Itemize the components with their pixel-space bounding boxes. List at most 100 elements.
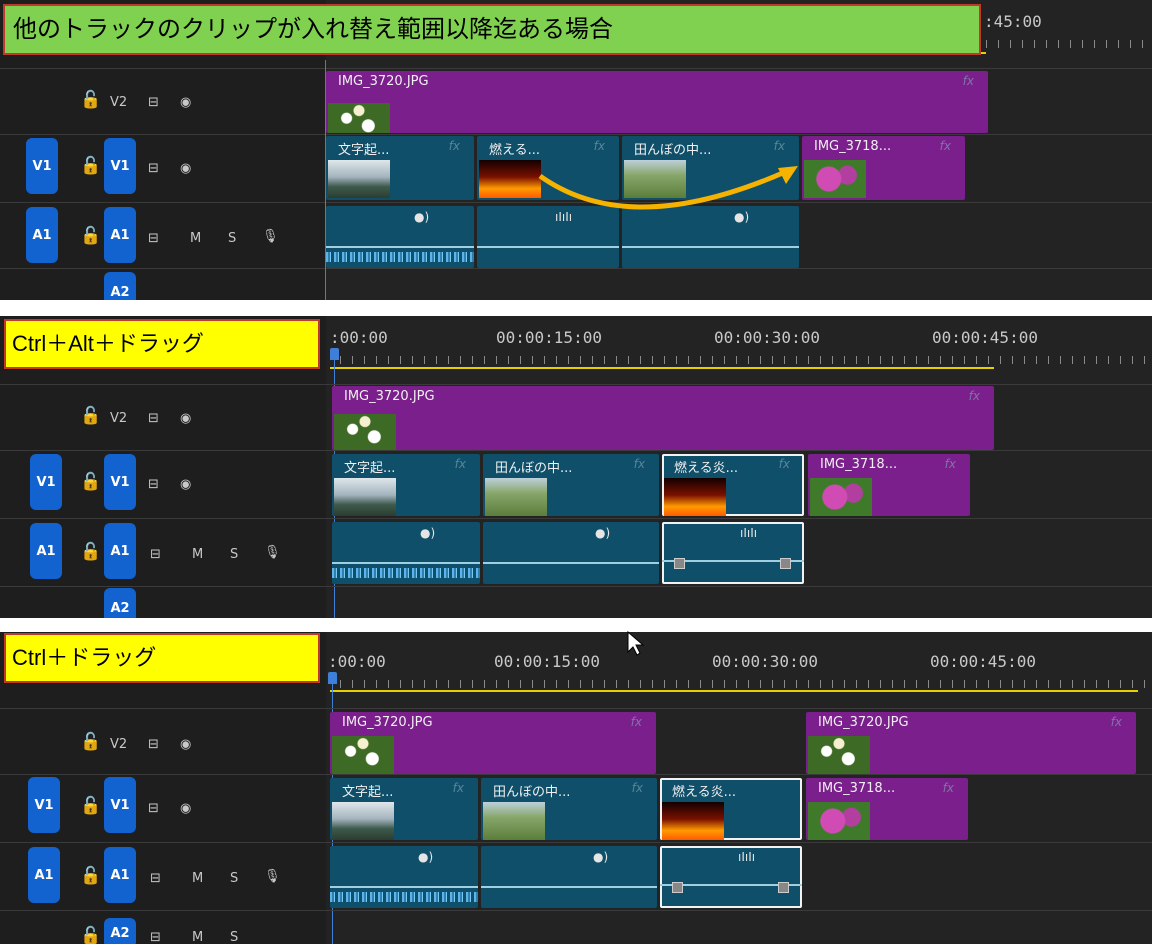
clip-thumbnail <box>332 736 394 774</box>
camera-icon[interactable]: ⊟ <box>148 801 159 817</box>
clip-tanbo[interactable]: 田んぼの中... fx <box>483 454 659 516</box>
speaker-icon: ●) <box>593 850 609 864</box>
timecode-30: 00:00:30:00 <box>712 652 818 671</box>
clip-img3720[interactable]: IMG_3720.JPG fx <box>332 386 994 450</box>
lock-icon[interactable]: 🔓 <box>80 734 101 751</box>
clip-moji[interactable]: 文字起... fx <box>326 136 474 200</box>
keyframe-handle[interactable] <box>778 882 789 893</box>
clip-audio-1[interactable]: ●) <box>332 522 480 584</box>
camera-icon[interactable]: ⊟ <box>148 737 159 753</box>
work-area-bar <box>330 690 1138 692</box>
keyframe-handle[interactable] <box>674 558 685 569</box>
mute-button[interactable]: M <box>192 930 203 944</box>
eye-icon[interactable]: ◉ <box>180 737 191 753</box>
mute-button[interactable]: M <box>192 547 203 563</box>
eye-icon[interactable]: ◉ <box>180 477 191 493</box>
mic-icon[interactable]: 🎙 <box>262 229 279 245</box>
eye-icon[interactable]: ◉ <box>180 411 191 427</box>
clip-thumbnail <box>334 414 396 450</box>
camera-icon[interactable]: ⊟ <box>150 871 161 887</box>
track-name-a1[interactable]: A1 <box>104 523 136 579</box>
solo-button[interactable]: S <box>230 930 238 944</box>
clip-img3718[interactable]: IMG_3718... fx <box>806 778 968 840</box>
track-name-a1[interactable]: A1 <box>104 207 136 263</box>
clip-moji[interactable]: 文字起... fx <box>330 778 478 840</box>
solo-button[interactable]: S <box>228 231 236 247</box>
track-target-a1[interactable]: A1 <box>26 207 58 263</box>
eye-icon[interactable]: ◉ <box>180 95 191 111</box>
camera-icon[interactable]: ⊟ <box>148 161 159 177</box>
clip-moeru[interactable]: 燃える炎... fx <box>662 454 804 516</box>
clip-audio-2[interactable]: ●) <box>483 522 659 584</box>
camera-icon[interactable]: ⊟ <box>148 411 159 427</box>
note-middle: Ctrl＋Alt＋ドラッグ <box>4 319 320 369</box>
note-top: 他のトラックのクリップが入れ替え範囲以降迄ある場合 <box>3 4 981 55</box>
camera-icon[interactable]: ⊟ <box>150 930 161 944</box>
mic-icon[interactable]: 🎙 <box>264 869 281 885</box>
camera-icon[interactable]: ⊟ <box>148 95 159 111</box>
eye-icon[interactable]: ◉ <box>180 161 191 177</box>
lock-icon[interactable]: 🔓 <box>80 474 101 491</box>
clip-img3720[interactable]: IMG_3720.JPG fx <box>326 71 988 133</box>
track-name-v2: V2 <box>110 411 128 426</box>
clip-audio-3[interactable]: ıIıIı <box>662 522 804 584</box>
track-name-v1[interactable]: V1 <box>104 138 136 194</box>
waveform-icon: ıIıIı <box>738 850 756 864</box>
track-name-v2: V2 <box>110 95 128 110</box>
waveform-icon: ıIıIı <box>740 526 758 540</box>
clip-thumbnail <box>664 478 726 516</box>
camera-icon[interactable]: ⊟ <box>150 547 161 563</box>
track-target-v1[interactable]: V1 <box>26 138 58 194</box>
mute-button[interactable]: M <box>192 871 203 887</box>
clip-img3720-right[interactable]: IMG_3720.JPG fx <box>806 712 1136 774</box>
clip-audio-2[interactable]: ●) <box>481 846 657 908</box>
camera-icon[interactable]: ⊟ <box>148 231 159 247</box>
arrow-icon <box>538 166 798 210</box>
clip-tanbo[interactable]: 田んぼの中... fx <box>481 778 657 840</box>
track-target-v1[interactable]: V1 <box>28 777 60 833</box>
ruler-ticks <box>986 40 1146 48</box>
speaker-icon: ●) <box>418 850 434 864</box>
lock-icon[interactable]: 🔓 <box>80 928 101 944</box>
track-target-a1[interactable]: A1 <box>30 523 62 579</box>
lock-icon[interactable]: 🔓 <box>80 228 101 245</box>
track-name-a2[interactable]: A2 <box>104 272 136 300</box>
solo-button[interactable]: S <box>230 871 238 887</box>
camera-icon[interactable]: ⊟ <box>148 477 159 493</box>
speaker-icon: ●) <box>595 526 611 540</box>
clip-img3718[interactable]: IMG_3718... fx <box>802 136 965 200</box>
track-name-v1[interactable]: V1 <box>104 454 136 510</box>
clip-moji[interactable]: 文字起... fx <box>332 454 480 516</box>
timecode-30: 00:00:30:00 <box>714 328 820 347</box>
lock-icon[interactable]: 🔓 <box>80 92 101 109</box>
lock-icon[interactable]: 🔓 <box>80 408 101 425</box>
lock-icon[interactable]: 🔓 <box>80 544 101 561</box>
track-name-v2: V2 <box>110 737 128 752</box>
keyframe-handle[interactable] <box>672 882 683 893</box>
clip-thumbnail <box>328 160 390 198</box>
lock-icon[interactable]: 🔓 <box>80 158 101 175</box>
clip-img3720-left[interactable]: IMG_3720.JPG fx <box>330 712 656 774</box>
lock-icon[interactable]: 🔓 <box>80 868 101 885</box>
track-name-a2[interactable]: A2 <box>104 918 136 944</box>
solo-button[interactable]: S <box>230 547 238 563</box>
clip-moeru[interactable]: 燃える炎... <box>660 778 802 840</box>
track-target-a1[interactable]: A1 <box>28 847 60 903</box>
clip-img3718[interactable]: IMG_3718... fx <box>808 454 970 516</box>
track-name-a1[interactable]: A1 <box>104 847 136 903</box>
mute-button[interactable]: M <box>190 231 201 247</box>
track-name-v1[interactable]: V1 <box>104 777 136 833</box>
clip-audio-3[interactable]: ıIıIı <box>660 846 802 908</box>
clip-thumbnail <box>483 802 545 840</box>
keyframe-handle[interactable] <box>780 558 791 569</box>
speaker-icon: ●) <box>420 526 436 540</box>
mic-icon[interactable]: 🎙 <box>264 545 281 561</box>
timecode-0: :00:00 <box>328 652 386 671</box>
eye-icon[interactable]: ◉ <box>180 801 191 817</box>
lock-icon[interactable]: 🔓 <box>80 798 101 815</box>
clip-audio-1[interactable]: ●) <box>326 206 474 268</box>
work-area-bar <box>330 367 994 369</box>
clip-audio-1[interactable]: ●) <box>330 846 478 908</box>
track-name-a2[interactable]: A2 <box>104 588 136 618</box>
track-target-v1[interactable]: V1 <box>30 454 62 510</box>
